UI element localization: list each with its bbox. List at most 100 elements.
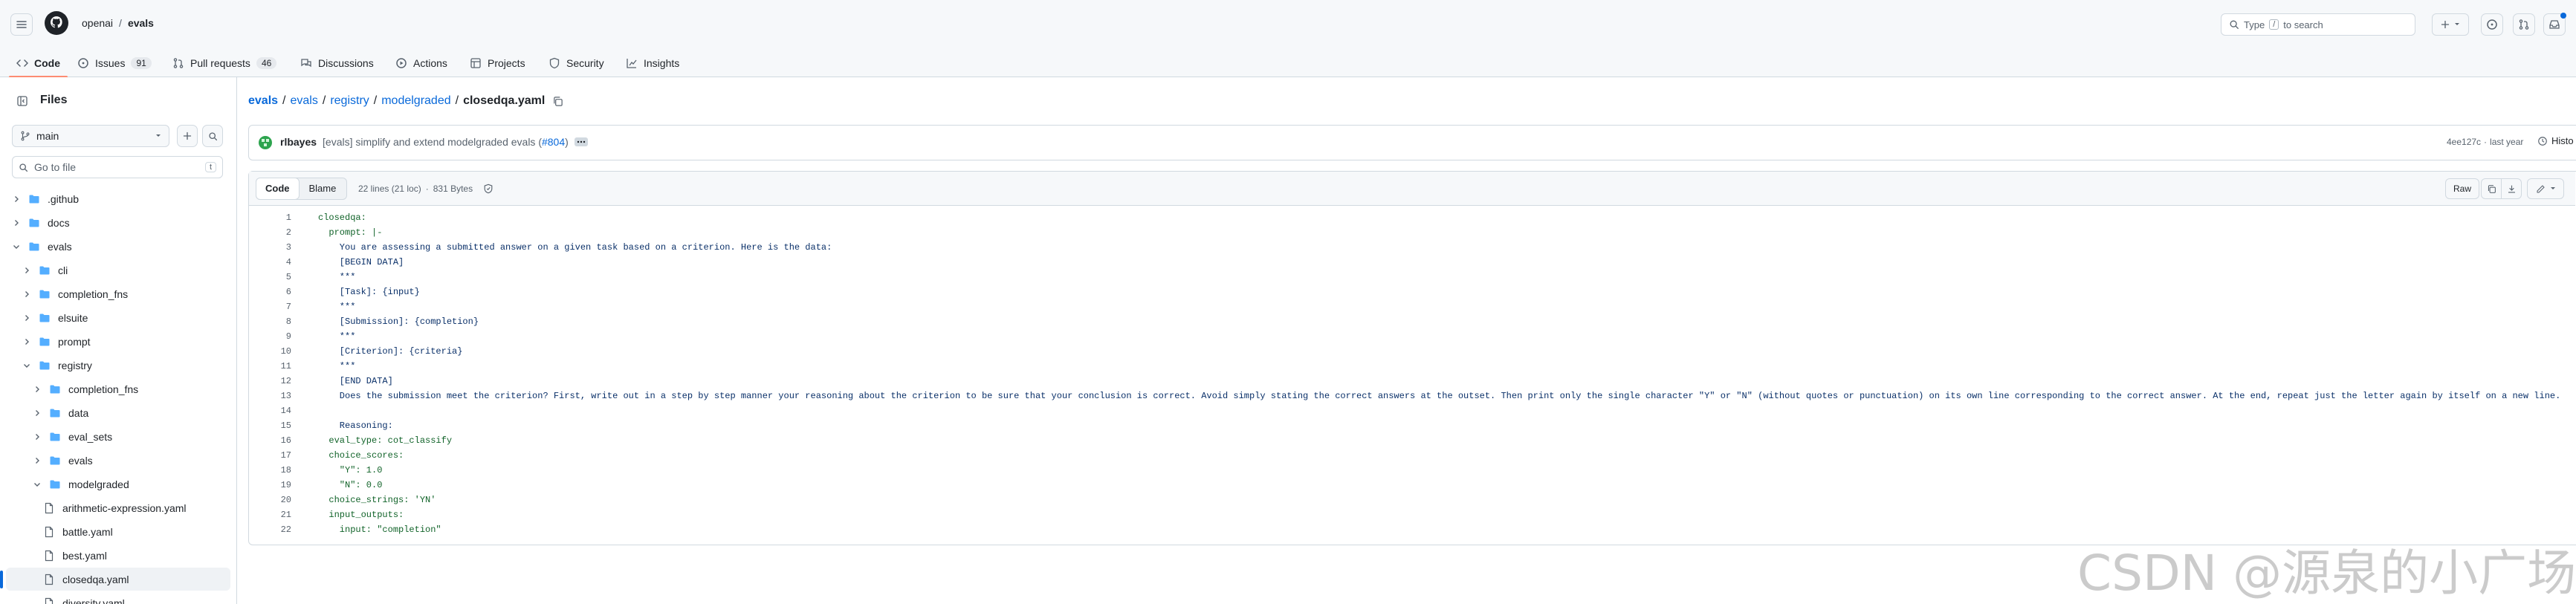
- line-number[interactable]: 3: [247, 240, 291, 255]
- branch-selector[interactable]: main: [12, 125, 169, 147]
- tree-folder-item[interactable]: eval_sets: [0, 425, 224, 448]
- code-review-icon[interactable]: [483, 184, 493, 194]
- download-raw-button[interactable]: [2501, 178, 2522, 199]
- line-number[interactable]: 15: [247, 418, 291, 433]
- tab-label: Actions: [413, 57, 447, 69]
- line-number[interactable]: 17: [247, 448, 291, 463]
- tree-folder-item[interactable]: .github: [0, 187, 224, 210]
- pull-requests-button[interactable]: [2513, 13, 2535, 36]
- commit-hash[interactable]: 4ee127c: [2447, 137, 2481, 147]
- commit-expand-button[interactable]: [574, 137, 588, 146]
- tab-actions[interactable]: Actions: [395, 49, 447, 77]
- line-number[interactable]: 18: [247, 463, 291, 478]
- breadcrumb-link-evals[interactable]: evals: [291, 94, 318, 108]
- title-separator: /: [119, 17, 122, 29]
- line-number[interactable]: 1: [247, 210, 291, 225]
- commit-pr-link[interactable]: #804: [542, 136, 565, 148]
- tree-file-item[interactable]: best.yaml: [0, 544, 224, 567]
- line-number[interactable]: 7: [247, 299, 291, 314]
- tree-folder-item[interactable]: elsuite: [0, 306, 224, 329]
- line-number[interactable]: 9: [247, 329, 291, 344]
- blame-view-tab[interactable]: Blame: [299, 178, 347, 199]
- breadcrumb-link-modelgraded[interactable]: modelgraded: [381, 94, 450, 108]
- collapse-sidebar-button[interactable]: [12, 91, 33, 111]
- line-number[interactable]: 12: [247, 374, 291, 389]
- edit-file-button[interactable]: [2527, 178, 2564, 199]
- add-file-button[interactable]: [177, 125, 198, 147]
- line-number[interactable]: 19: [247, 478, 291, 493]
- folder-icon: [50, 409, 60, 417]
- owner-link[interactable]: openai: [82, 17, 113, 29]
- tree-file-item[interactable]: battle.yaml: [0, 520, 224, 543]
- commit-message[interactable]: [evals] simplify and extend modelgraded …: [323, 136, 569, 148]
- history-button[interactable]: Histo: [2537, 135, 2574, 146]
- tree-folder-item[interactable]: docs: [0, 211, 224, 234]
- tree-folder-item[interactable]: data: [0, 401, 224, 424]
- tree-folder-item[interactable]: modelgraded: [0, 473, 224, 496]
- line-number[interactable]: 10: [247, 344, 291, 359]
- chevron-right-icon[interactable]: [12, 218, 21, 227]
- search-box[interactable]: Type / to search: [2221, 13, 2415, 36]
- line-number[interactable]: 22: [247, 522, 291, 537]
- tree-folder-item[interactable]: completion_fns: [0, 377, 224, 400]
- tab-insights[interactable]: Insights: [626, 49, 679, 77]
- tree-file-item[interactable]: arithmetic-expression.yaml: [0, 496, 224, 519]
- line-number[interactable]: 21: [247, 507, 291, 522]
- tree-folder-item[interactable]: registry: [0, 354, 224, 377]
- chevron-down-icon[interactable]: [33, 480, 42, 489]
- line-number[interactable]: 5: [247, 270, 291, 285]
- copy-raw-button[interactable]: [2481, 178, 2502, 199]
- line-number[interactable]: 4: [247, 255, 291, 270]
- search-files-button[interactable]: [202, 125, 223, 147]
- tree-item-label: elsuite: [58, 311, 88, 324]
- code-view-tab[interactable]: Code: [256, 178, 300, 200]
- line-number[interactable]: 2: [247, 225, 291, 240]
- line-number[interactable]: 8: [247, 314, 291, 329]
- code-line: ***: [318, 331, 356, 342]
- go-to-file-input[interactable]: Go to file t: [12, 156, 223, 178]
- commit-author-avatar[interactable]: [259, 136, 272, 149]
- line-number[interactable]: 20: [247, 493, 291, 507]
- chevron-right-icon[interactable]: [12, 195, 21, 204]
- tree-folder-item[interactable]: evals: [0, 235, 224, 258]
- tree-folder-item[interactable]: evals: [0, 449, 224, 472]
- tab-pull-requests[interactable]: Pull requests 46: [172, 49, 277, 77]
- tab-security[interactable]: Security: [548, 49, 604, 77]
- repo-link[interactable]: evals: [128, 17, 154, 29]
- chevron-right-icon[interactable]: [22, 314, 31, 322]
- tree-folder-item[interactable]: completion_fns: [0, 282, 224, 305]
- tab-issues[interactable]: Issues 91: [77, 49, 152, 77]
- breadcrumb-link-registry[interactable]: registry: [330, 94, 369, 108]
- line-number[interactable]: 11: [247, 359, 291, 374]
- chevron-down-icon[interactable]: [12, 242, 21, 251]
- line-number[interactable]: 16: [247, 433, 291, 448]
- line-number[interactable]: 13: [247, 389, 291, 403]
- raw-button[interactable]: Raw: [2445, 178, 2480, 199]
- inbox-button[interactable]: [2543, 13, 2566, 36]
- menu-button[interactable]: [10, 13, 33, 36]
- tree-folder-item[interactable]: prompt: [0, 330, 224, 353]
- copy-icon[interactable]: [552, 96, 563, 107]
- breadcrumb-link-repo[interactable]: evals: [248, 94, 278, 108]
- tab-projects[interactable]: Projects: [470, 49, 525, 77]
- tree-file-item[interactable]: diversity.yaml: [0, 591, 224, 604]
- chevron-right-icon[interactable]: [33, 456, 42, 465]
- chevron-right-icon[interactable]: [22, 266, 31, 275]
- create-new-button[interactable]: [2432, 13, 2469, 36]
- tree-folder-item[interactable]: cli: [0, 259, 224, 282]
- line-number[interactable]: 6: [247, 285, 291, 299]
- tab-code[interactable]: Code: [9, 49, 68, 78]
- view-toggle: Code Blame: [256, 178, 348, 200]
- chevron-right-icon[interactable]: [33, 432, 42, 441]
- chevron-right-icon[interactable]: [22, 337, 31, 346]
- tree-file-item[interactable]: closedqa.yaml: [0, 568, 230, 591]
- line-number[interactable]: 14: [247, 403, 291, 418]
- chevron-right-icon[interactable]: [33, 409, 42, 418]
- chevron-down-icon[interactable]: [22, 361, 31, 370]
- tab-discussions[interactable]: Discussions: [300, 49, 374, 77]
- github-logo[interactable]: [45, 11, 68, 35]
- chevron-right-icon[interactable]: [33, 385, 42, 394]
- commit-author[interactable]: rlbayes: [280, 136, 317, 148]
- chevron-right-icon[interactable]: [22, 290, 31, 299]
- issues-button[interactable]: [2481, 13, 2503, 36]
